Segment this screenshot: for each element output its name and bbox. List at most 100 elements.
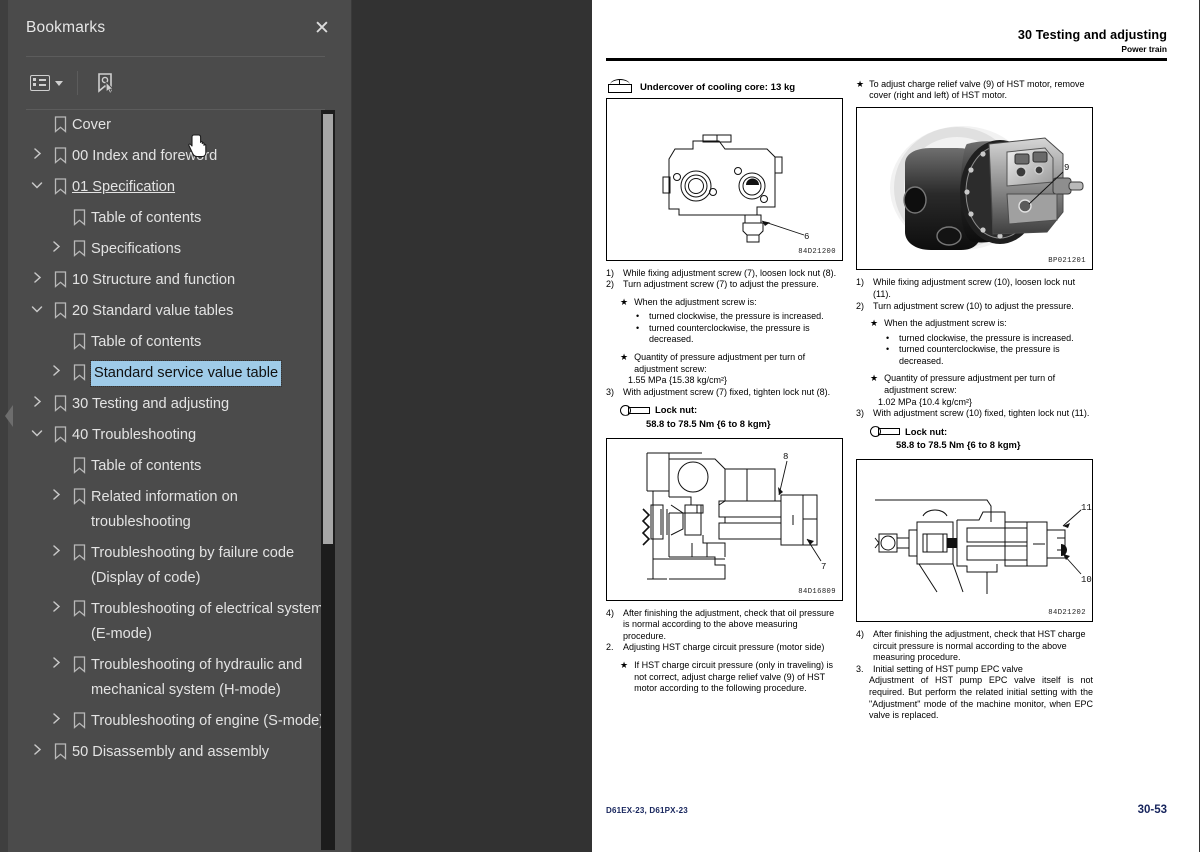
header-rule xyxy=(606,58,1167,61)
pdf-viewer: 30 Testing and adjusting Power train Und… xyxy=(352,0,1200,852)
chevron-right-icon[interactable] xyxy=(45,361,67,376)
bookmark-icon xyxy=(67,206,91,226)
chevron-right-icon[interactable] xyxy=(26,268,48,283)
lift-weight-text: Undercover of cooling core: 13 kg xyxy=(640,81,796,93)
chevron-right-icon[interactable] xyxy=(45,597,67,612)
list-options-dropdown-button[interactable] xyxy=(26,72,67,94)
bookmark-item-table-of-contents[interactable]: Table of contents xyxy=(8,451,351,482)
wrench-icon xyxy=(620,404,650,416)
star-icon: ★ xyxy=(856,78,865,89)
chevron-down-icon[interactable] xyxy=(26,299,48,315)
bookmark-item-00-index-and-foreword[interactable]: 00 Index and foreword xyxy=(8,141,351,172)
step: 4) After finishing the adjustment, check … xyxy=(606,608,843,643)
bookmark-icon xyxy=(67,485,91,505)
bookmark-item-table-of-contents[interactable]: Table of contents xyxy=(8,203,351,234)
chevron-right-icon[interactable] xyxy=(45,237,67,252)
bookmark-label: Troubleshooting of hydraulic and mechani… xyxy=(91,657,303,698)
star-icon: ★ xyxy=(870,373,879,384)
bookmark-icon xyxy=(48,740,72,760)
pressure-value: 1.02 MPa {10.4 kg/cm²} xyxy=(878,396,973,407)
bookmark-icon xyxy=(67,361,91,381)
bookmark-label: Troubleshooting of engine (S-mode) xyxy=(91,713,325,729)
torque-spec: Lock nut: 58.8 to 78.5 Nm {6 to 8 kgm} xyxy=(620,404,843,429)
bookmark-item-standard-service-value-table[interactable]: Standard service value table xyxy=(8,358,351,389)
bookmark-icon xyxy=(48,299,72,319)
bookmark-item-related-information-on-troubleshooting[interactable]: Related information on troubleshooting xyxy=(8,482,351,538)
pdf-page: 30 Testing and adjusting Power train Und… xyxy=(592,0,1199,852)
scrollbar-thumb[interactable] xyxy=(323,114,333,544)
chevron-right-icon[interactable] xyxy=(26,740,48,755)
viewer-gutter-left xyxy=(352,0,592,852)
star-note: ★ If HST charge circuit pressure (only in… xyxy=(620,660,843,695)
figure-hst-motor-photo: 9 BP021201 xyxy=(856,107,1093,271)
bookmark-item-troubleshooting-by-failure-code-display-of-code[interactable]: Troubleshooting by failure code (Display… xyxy=(8,538,351,594)
chevron-right-icon[interactable] xyxy=(45,485,67,500)
star-text: To adjust charge relief valve (9) of HST… xyxy=(869,78,1085,100)
star-text: Quantity of pressure adjustment per turn… xyxy=(884,373,1056,396)
right-steps: 1) While fixing adjustment screw (10), lo… xyxy=(856,277,1093,451)
step-text: With adjustment screw (7) fixed, tighten… xyxy=(623,386,831,397)
bookmark-item-troubleshooting-of-electrical-system-e-mode[interactable]: Troubleshooting of electrical system (E-… xyxy=(8,594,351,650)
section-heading: 3. Initial setting of HST pump EPC valve xyxy=(856,664,1093,676)
bookmarks-sidebar: Bookmarks ✕ Cover 00 Index and foreword 01… xyxy=(0,0,352,852)
star-note: ★ Quantity of pressure adjustment per tur… xyxy=(870,373,1093,396)
bookmark-icon xyxy=(48,175,72,195)
chevron-right-icon[interactable] xyxy=(45,541,67,556)
star-text: Quantity of pressure adjustment per turn… xyxy=(634,352,806,374)
bookmark-item-cover[interactable]: Cover xyxy=(8,110,351,141)
bookmark-icon xyxy=(67,653,91,673)
bookmark-label: Related information on troubleshooting xyxy=(91,489,238,530)
bookmark-icon xyxy=(67,597,91,617)
svg-text:9: 9 xyxy=(1064,163,1069,173)
bookmark-label: 20 Standard value tables xyxy=(72,303,234,319)
bookmark-icon xyxy=(48,268,72,288)
bookmark-item-30-testing-and-adjusting[interactable]: 30 Testing and adjusting xyxy=(8,389,351,420)
bookmark-item-troubleshooting-of-hydraulic-and-mechanical-system-h-mode[interactable]: Troubleshooting of hydraulic and mechani… xyxy=(8,650,351,706)
bookmark-icon xyxy=(67,541,91,561)
bookmark-item-table-of-contents[interactable]: Table of contents xyxy=(8,327,351,358)
bullet-item: • turned clockwise, the pressure is incre… xyxy=(636,311,843,323)
step-number: 1) xyxy=(856,277,865,288)
bookmark-label: Troubleshooting of electrical system (E-… xyxy=(91,601,324,642)
page-columns: Undercover of cooling core: 13 kg 6 84D2… xyxy=(606,78,1167,722)
bookmark-label: Troubleshooting by failure code (Display… xyxy=(91,545,295,586)
bookmark-item-20-standard-value-tables[interactable]: 20 Standard value tables xyxy=(8,296,351,327)
sidebar-scrollbar[interactable] xyxy=(321,110,335,850)
close-icon[interactable]: ✕ xyxy=(311,17,333,39)
step-text: While fixing adjustment screw (10), loos… xyxy=(873,277,1076,299)
bookmark-icon xyxy=(48,113,72,133)
chevron-down-icon[interactable] xyxy=(26,423,48,439)
svg-text:7: 7 xyxy=(821,562,826,572)
chevron-down-icon xyxy=(55,80,63,86)
bullet-icon: • xyxy=(636,322,640,333)
bookmark-item-10-structure-and-function[interactable]: 10 Structure and function xyxy=(8,265,351,296)
chevron-right-icon[interactable] xyxy=(26,392,48,407)
star-icon: ★ xyxy=(620,660,629,670)
bookmark-item-specifications[interactable]: Specifications xyxy=(8,234,351,265)
bookmark-icon xyxy=(67,709,91,729)
right-column: ★ To adjust charge relief valve (9) of H… xyxy=(856,79,1093,722)
section-number: 3. xyxy=(856,663,864,674)
bookmark-label: 40 Troubleshooting xyxy=(72,427,197,443)
section-text: Adjusting HST charge circuit pressure (m… xyxy=(623,642,825,653)
step: 4) After finishing the adjustment, check … xyxy=(856,629,1093,664)
section-text: Initial setting of HST pump EPC valve xyxy=(873,663,1023,674)
bookmark-item-troubleshooting-of-engine-s-mode[interactable]: Troubleshooting of engine (S-mode) xyxy=(8,706,351,737)
chevron-right-icon[interactable] xyxy=(45,653,67,668)
chevron-down-icon[interactable] xyxy=(26,175,48,191)
panel-title: Bookmarks xyxy=(26,19,106,36)
bookmark-item-01-specification[interactable]: 01 Specification xyxy=(8,172,351,203)
chevron-right-icon[interactable] xyxy=(26,144,48,159)
chevron-right-icon[interactable] xyxy=(45,709,67,724)
star-icon: ★ xyxy=(870,318,879,329)
bookmark-item-50-disassembly-and-assembly[interactable]: 50 Disassembly and assembly xyxy=(8,737,351,768)
bookmark-tree[interactable]: Cover 00 Index and foreword 01 Specificati… xyxy=(8,110,351,852)
bookmark-item-40-troubleshooting[interactable]: 40 Troubleshooting xyxy=(8,420,351,451)
section-heading: 2. Adjusting HST charge circuit pressure … xyxy=(606,642,843,654)
figure-charge-relief-valve-pump: 6 84D21200 xyxy=(606,97,843,261)
new-bookmark-button[interactable] xyxy=(90,69,120,97)
list-icon xyxy=(30,75,50,91)
